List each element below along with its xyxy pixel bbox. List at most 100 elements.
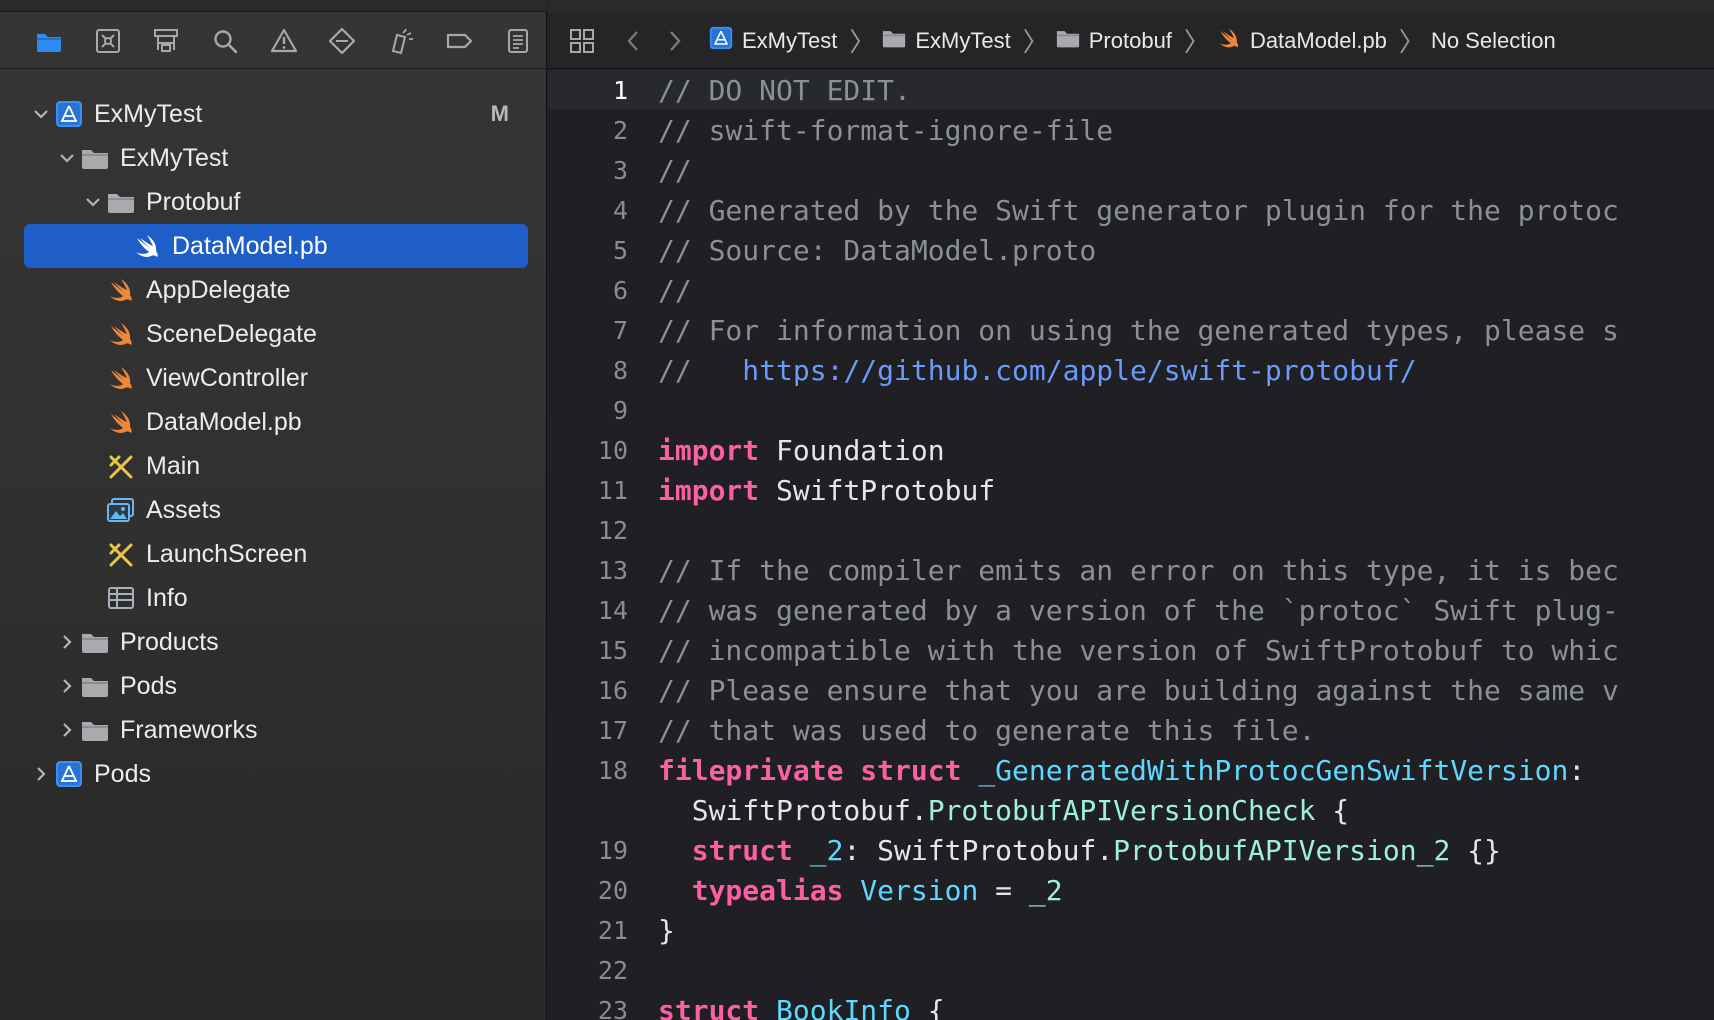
breadcrumb-item[interactable]: ExMyTest [708, 26, 837, 56]
disclosure-expanded[interactable] [56, 147, 78, 169]
code-token-kw: import [658, 433, 760, 467]
tree-item-pods[interactable]: Pods [0, 664, 547, 708]
breadcrumb-item[interactable]: ExMyTest [881, 26, 1011, 56]
code-token-type: _GeneratedWithProtocGenSwiftVersion [978, 753, 1569, 787]
line-number: 19 [597, 835, 628, 865]
code-area[interactable]: 1 // DO NOT EDIT. 2 // swift-format-ignore-… [548, 70, 1714, 1020]
tree-item-label: DataModel.pb [172, 231, 328, 260]
code-token-cmt: // [658, 353, 743, 387]
code-line[interactable]: 22 [548, 950, 1714, 990]
tree-item-main[interactable]: Main [0, 444, 547, 488]
line-number: 6 [612, 275, 628, 305]
tree-item-appdelegate[interactable]: AppDelegate [0, 268, 547, 312]
disclosure-expanded[interactable] [30, 103, 52, 125]
breakpoint-navigator-tab[interactable] [430, 21, 489, 61]
code-token-plain: : [1568, 753, 1586, 787]
disclosure-none [82, 279, 104, 301]
debug-navigator-tab[interactable] [371, 21, 430, 61]
chevron-right-icon [63, 723, 72, 737]
code-line[interactable]: 21} [548, 910, 1714, 950]
code-token-type: BookInfo [776, 993, 911, 1020]
code-line[interactable]: 15 // incompatible with the version of Sw… [548, 630, 1714, 670]
project-navigator-tab[interactable] [20, 21, 79, 61]
code-line[interactable]: 10 import Foundation [548, 430, 1714, 470]
code-token-type: _2 [809, 833, 844, 867]
tree-item-products[interactable]: Products [0, 620, 547, 664]
folder-icon [78, 143, 112, 173]
tree-item-frameworks[interactable]: Frameworks [0, 708, 547, 752]
breakpoint-icon [447, 33, 473, 48]
tree-item-datamodel-pb[interactable]: DataModel.pb [0, 400, 547, 444]
folder-icon [881, 26, 907, 56]
swift-file-icon [104, 319, 138, 349]
code-line[interactable]: 8 // https://github.com/apple/swift-proto… [548, 350, 1714, 390]
tree-item-viewcontroller[interactable]: ViewController [0, 356, 547, 400]
tree-item-label: Main [146, 451, 201, 480]
tree-item-protobuf[interactable]: Protobuf [0, 180, 547, 224]
tree-item-scenedelegate[interactable]: SceneDelegate [0, 312, 547, 356]
breadcrumb-item[interactable]: Protobuf [1055, 26, 1172, 56]
code-token-kw: struct [658, 993, 760, 1020]
code-line[interactable]: 19 struct _2: SwiftProtobuf.ProtobufAPIV… [548, 830, 1714, 870]
tree-item-label: ExMyTest [94, 99, 203, 128]
tree-item-datamodel-pb[interactable]: DataModel.pb [24, 224, 528, 268]
tree-item-label: Pods [94, 759, 151, 788]
breadcrumb-item[interactable]: No Selection [1431, 28, 1556, 54]
tree-item-assets[interactable]: Assets [0, 488, 547, 532]
test-navigator-tab[interactable] [313, 21, 372, 61]
swift-file-icon [104, 275, 138, 305]
back-button[interactable] [614, 21, 654, 61]
code-line[interactable]: 3 // [548, 150, 1714, 190]
folder-icon [1055, 26, 1081, 56]
disclosure-collapsed[interactable] [56, 675, 78, 697]
code-line[interactable]: 16 // Please ensure that you are building… [548, 670, 1714, 710]
code-token-url[interactable]: https://github.com/apple/swift-protobuf/ [742, 354, 1416, 387]
code-line[interactable]: 6 // [548, 270, 1714, 310]
code-line[interactable]: 7 // For information on using the generat… [548, 310, 1714, 350]
line-number: 23 [597, 995, 628, 1020]
related-items-button[interactable] [562, 21, 602, 61]
code-line[interactable]: SwiftProtobuf.ProtobufAPIVersionCheck { [548, 790, 1714, 830]
find-navigator-tab[interactable] [196, 21, 255, 61]
code-line[interactable]: 17 // that was used to generate this file… [548, 710, 1714, 750]
code-token-cmt: // DO NOT EDIT. [658, 73, 911, 107]
code-line[interactable]: 14 // was generated by a version of the `… [548, 590, 1714, 630]
tree-item-launchscreen[interactable]: LaunchScreen [0, 532, 547, 576]
symbol-navigator-tab[interactable] [137, 21, 196, 61]
disclosure-collapsed[interactable] [56, 631, 78, 653]
code-text: } [640, 914, 675, 947]
code-line[interactable]: 5 // Source: DataModel.proto [548, 230, 1714, 270]
disclosure-collapsed[interactable] [30, 763, 52, 785]
disclosure-expanded[interactable] [82, 191, 104, 213]
code-line[interactable]: 9 [548, 390, 1714, 430]
line-number: 10 [597, 435, 628, 465]
code-line[interactable]: 23 struct BookInfo { [548, 990, 1714, 1020]
code-line[interactable]: 12 [548, 510, 1714, 550]
code-line[interactable]: 13 // If the compiler emits an error on t… [548, 550, 1714, 590]
code-line[interactable]: 4 // Generated by the Swift generator plu… [548, 190, 1714, 230]
tree-item-label: SceneDelegate [146, 319, 317, 348]
disclosure-collapsed[interactable] [56, 719, 78, 741]
tree-item-exmytest[interactable]: ExMyTest [0, 136, 547, 180]
code-line[interactable]: 1 // DO NOT EDIT. [548, 70, 1714, 110]
tree-item-label: Assets [146, 495, 222, 524]
tree-item-info[interactable]: Info [0, 576, 547, 620]
tree-item-pods[interactable]: Pods [0, 752, 547, 796]
code-text: // incompatible with the version of Swif… [640, 634, 1619, 667]
code-text: // [640, 274, 692, 307]
tree-item-exmytest[interactable]: ExMyTest M [0, 92, 547, 136]
issue-navigator-tab[interactable] [254, 21, 313, 61]
source-control-navigator-tab[interactable] [79, 21, 138, 61]
breadcrumb-item[interactable]: DataModel.pb [1216, 26, 1387, 56]
report-navigator-tab[interactable] [489, 21, 548, 61]
code-line[interactable]: 2 // swift-format-ignore-file [548, 110, 1714, 150]
line-number: 9 [612, 395, 628, 425]
code-line[interactable]: 18 fileprivate struct _GeneratedWithProto… [548, 750, 1714, 790]
folder-icon [104, 187, 138, 217]
forward-button[interactable] [654, 21, 694, 61]
code-line[interactable]: 11 import SwiftProtobuf [548, 470, 1714, 510]
disclosure-none [82, 455, 104, 477]
code-line[interactable]: 20 typealias Version = _2 [548, 870, 1714, 910]
